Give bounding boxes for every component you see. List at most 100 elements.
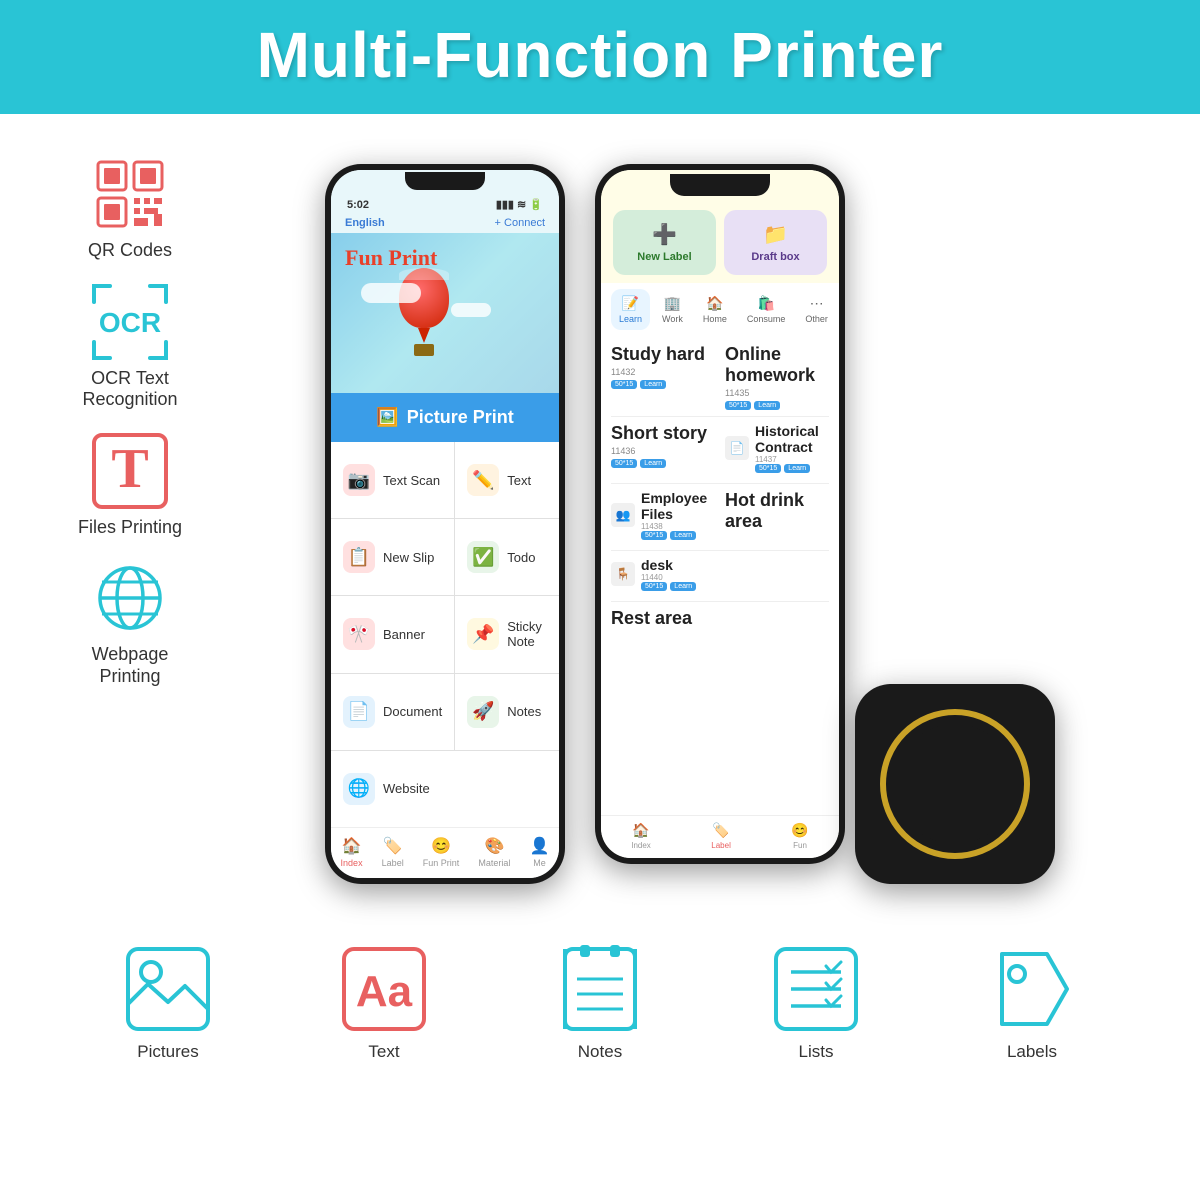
label-hot-drink: Hot drink area — [725, 490, 829, 544]
p2-nav-label-label: Label — [711, 841, 731, 850]
menu-item-notes[interactable]: 🚀 Notes — [455, 674, 559, 750]
menu-item-todo[interactable]: ✅ Todo — [455, 519, 559, 595]
phone2-nav-fun[interactable]: 😊 Fun — [791, 822, 808, 850]
ocr-icon: OCR — [90, 282, 170, 362]
label-row-5: Rest area — [611, 608, 829, 631]
phone2-nav-label[interactable]: 🏷️ Label — [711, 822, 731, 850]
p2-nav-fun-label: Fun — [793, 841, 807, 850]
phones-area: 5:02 ▮▮▮ ≋ 🔋 English + Connect Fun Print — [220, 144, 1160, 914]
menu-item-new-slip[interactable]: 📋 New Slip — [331, 519, 454, 595]
notes-bottom-label: Notes — [578, 1042, 622, 1062]
tab-work-label: Work — [662, 314, 683, 324]
phone2-action-row: ➕ New Label 📁 Draft box — [601, 200, 839, 283]
menu-item-text[interactable]: ✏️ Text — [455, 442, 559, 518]
tag-learn-6: Learn — [670, 582, 696, 591]
todo-icon: ✅ — [467, 541, 499, 573]
todo-label: Todo — [507, 550, 535, 565]
feature-webpage: WebpagePrinting — [90, 558, 170, 687]
label-row-2: Short story 11436 50*15 Learn 📄 — [611, 423, 829, 477]
phone1-nav-funprint[interactable]: 😊 Fun Print — [423, 836, 460, 868]
online-homework-tags: 50*15 Learn — [725, 401, 829, 410]
label-row-3: 👥 EmployeeFiles 11438 50*15 Learn — [611, 490, 829, 544]
folder-icon: 📁 — [763, 222, 788, 247]
qr-icon — [90, 154, 170, 234]
menu-item-banner[interactable]: 🎌 Banner — [331, 596, 454, 672]
document-label: Document — [383, 704, 442, 719]
short-story-tags: 50*15 Learn — [611, 459, 715, 468]
phone1-bottom-nav: 🏠 Index 🏷️ Label 😊 Fun Print 🎨 — [331, 827, 559, 878]
desk-title: desk — [641, 557, 829, 573]
study-hard-title: Study hard — [611, 344, 715, 365]
files-icon: T — [90, 431, 170, 511]
nav-funprint-icon: 😊 — [431, 836, 451, 856]
picture-btn-label: Picture Print — [407, 407, 514, 428]
menu-item-website[interactable]: 🌐 Website — [331, 751, 559, 827]
new-slip-label: New Slip — [383, 550, 434, 565]
svg-text:OCR: OCR — [99, 307, 161, 338]
tab-learn-label: Learn — [619, 314, 642, 324]
label-rest-area: Rest area — [611, 608, 829, 631]
sticky-note-icon: 📌 — [467, 618, 499, 650]
svg-text:Aa: Aa — [356, 967, 413, 1016]
text-icon: ✏️ — [467, 464, 499, 496]
phone2-tabs: 📝 Learn 🏢 Work 🏠 Home 🛍️ — [601, 283, 839, 336]
employee-files-id: 11438 — [641, 522, 715, 531]
banner-label: Banner — [383, 627, 425, 642]
phone1-nav-label[interactable]: 🏷️ Label — [382, 836, 404, 868]
label-row-4: 🪑 desk 11440 50*15 Learn — [611, 557, 829, 595]
tab-work[interactable]: 🏢 Work — [654, 289, 691, 330]
notes-menu-icon: 🚀 — [467, 696, 499, 728]
employee-icon: 👥 — [611, 503, 635, 527]
new-label-button[interactable]: ➕ New Label — [613, 210, 716, 275]
feature-notes-bottom: Notes — [555, 944, 645, 1062]
document-icon: 📄 — [343, 696, 375, 728]
cloud2 — [451, 303, 491, 317]
phone1-nav-material[interactable]: 🎨 Material — [478, 836, 510, 868]
tab-other[interactable]: ⋯ Other — [797, 289, 836, 330]
divider-2 — [611, 483, 829, 484]
banner-icon: 🎌 — [343, 618, 375, 650]
picture-print-button[interactable]: 🖼️ Picture Print — [331, 393, 559, 442]
tag-learn-3: Learn — [640, 459, 666, 468]
phone2-content: ➕ New Label 📁 Draft box 📝 Learn — [601, 170, 839, 858]
phone1-nav-index[interactable]: 🏠 Index — [341, 836, 363, 868]
draft-box-button[interactable]: 📁 Draft box — [724, 210, 827, 275]
phone1-lang[interactable]: English — [345, 217, 385, 229]
phone1-screen: 5:02 ▮▮▮ ≋ 🔋 English + Connect Fun Print — [331, 170, 559, 878]
notes-bottom-icon — [555, 944, 645, 1034]
p2-nav-label-icon: 🏷️ — [712, 822, 729, 839]
tab-home-label: Home — [703, 314, 727, 324]
menu-item-sticky-note[interactable]: 📌 Sticky Note — [455, 596, 559, 672]
files-label: Files Printing — [78, 517, 182, 539]
menu-item-text-scan[interactable]: 📷 Text Scan — [331, 442, 454, 518]
short-story-title: Short story — [611, 423, 715, 444]
nav-label-label: Label — [382, 858, 404, 868]
nav-material-icon: 🎨 — [484, 836, 504, 856]
tab-home[interactable]: 🏠 Home — [695, 289, 735, 330]
bottom-features: Pictures Aa Text — [0, 934, 1200, 1082]
phone2-nav-index[interactable]: 🏠 Index — [631, 822, 651, 850]
notes-label: Notes — [507, 704, 541, 719]
menu-item-document[interactable]: 📄 Document — [331, 674, 454, 750]
tab-learn[interactable]: 📝 Learn — [611, 289, 650, 330]
other-icon: ⋯ — [810, 295, 824, 312]
text-bottom-label: Text — [368, 1042, 399, 1062]
phone2-bottom-nav: 🏠 Index 🏷️ Label 😊 Fun — [601, 815, 839, 858]
nav-material-label: Material — [478, 858, 510, 868]
tag-size-6: 50*15 — [641, 582, 667, 591]
phone1: 5:02 ▮▮▮ ≋ 🔋 English + Connect Fun Print — [325, 164, 565, 884]
phone1-connect[interactable]: + Connect — [495, 217, 545, 229]
tag-learn-5: Learn — [670, 531, 696, 540]
tag-learn-4: Learn — [784, 464, 810, 473]
svg-text:T: T — [111, 438, 148, 500]
tag-learn-1: Learn — [640, 380, 666, 389]
tab-consume[interactable]: 🛍️ Consume — [739, 289, 794, 330]
left-features: QR Codes OCR OCR TextRecognition — [40, 144, 220, 914]
desk-id: 11440 — [641, 573, 829, 582]
historical-contract-title: HistoricalContract — [755, 423, 829, 455]
label-historical-contract: 📄 HistoricalContract 11437 50*15 Learn — [725, 423, 829, 477]
phone1-notch — [405, 172, 485, 190]
phone1-nav-me[interactable]: 👤 Me — [530, 836, 550, 868]
website-icon: 🌐 — [343, 773, 375, 805]
lists-label: Lists — [799, 1042, 834, 1062]
